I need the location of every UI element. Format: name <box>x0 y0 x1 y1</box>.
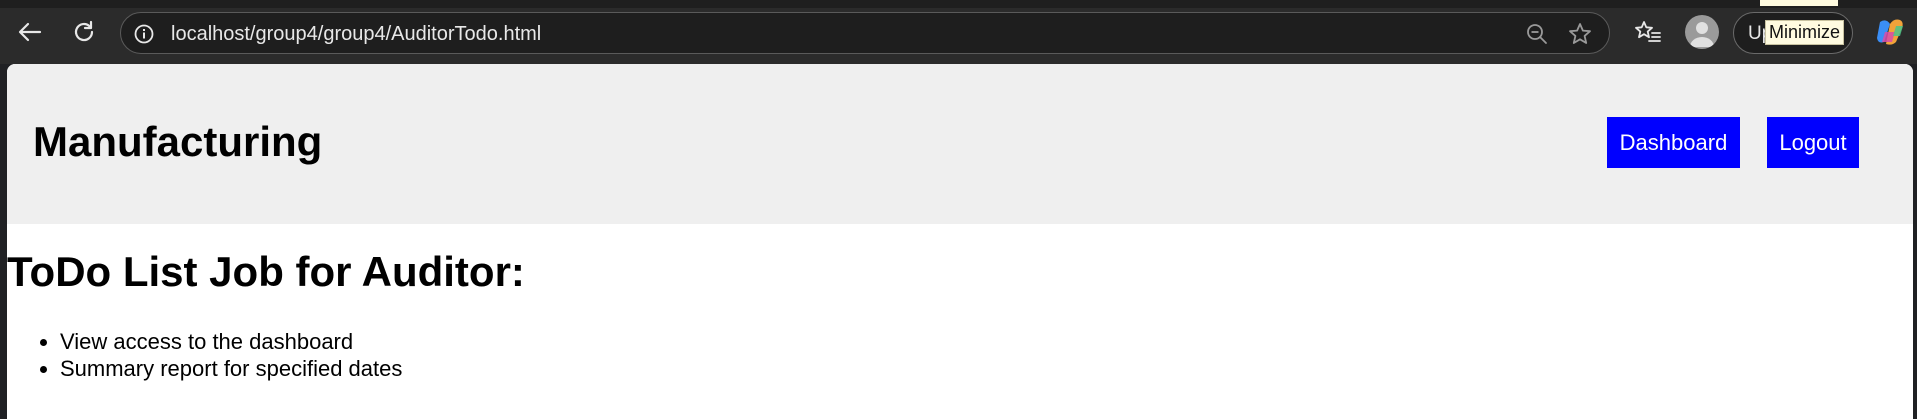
url-text[interactable]: localhost/group4/group4/AuditorTodo.html <box>171 23 541 46</box>
avatar-icon[interactable] <box>1685 15 1719 49</box>
info-icon[interactable] <box>133 23 155 45</box>
page-title: ToDo List Job for Auditor: <box>7 248 525 295</box>
favorites-list-icon[interactable] <box>1633 17 1663 47</box>
address-bar[interactable]: localhost/group4/group4/AuditorTodo.html <box>120 12 1610 54</box>
tab-strip <box>0 0 1917 8</box>
page-viewport: Manufacturing Dashboard Logout ToDo List… <box>7 64 1913 419</box>
minimize-tooltip: Minimize <box>1765 20 1845 45</box>
site-header: Manufacturing Dashboard Logout <box>7 64 1913 224</box>
back-arrow-icon <box>18 22 42 42</box>
copilot-icon[interactable] <box>1872 14 1908 50</box>
browser-toolbar: localhost/group4/group4/AuditorTodo.html… <box>0 0 1917 64</box>
logout-button[interactable]: Logout <box>1767 117 1859 168</box>
profile-silhouette-icon <box>1690 22 1714 47</box>
reload-icon <box>74 20 94 42</box>
star-icon[interactable] <box>1567 21 1593 47</box>
brand-title: Manufacturing <box>33 118 323 165</box>
zoom-out-icon[interactable] <box>1525 22 1549 46</box>
tab-strip-highlight <box>1760 0 1838 6</box>
dashboard-button[interactable]: Dashboard <box>1607 117 1740 168</box>
list-item: View access to the dashboard <box>60 328 402 355</box>
reload-button[interactable] <box>66 14 102 50</box>
todo-list: View access to the dashboard Summary rep… <box>7 328 402 382</box>
back-button[interactable] <box>12 14 48 50</box>
list-item: Summary report for specified dates <box>60 355 402 382</box>
